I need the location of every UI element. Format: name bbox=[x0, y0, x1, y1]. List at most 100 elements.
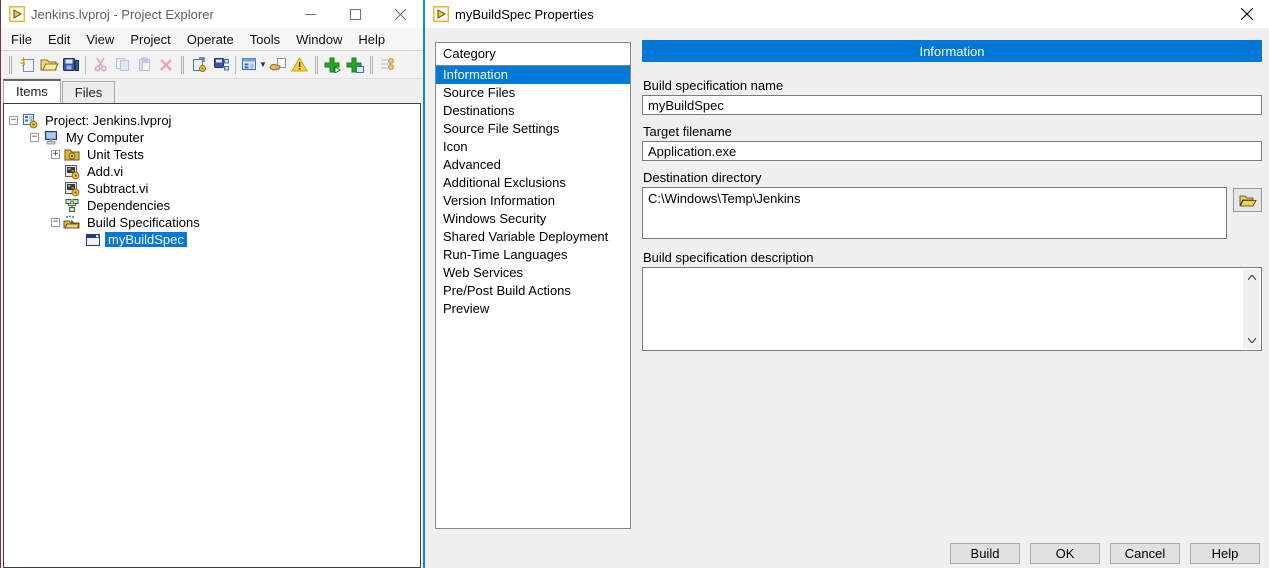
tree-expander-icon[interactable]: − bbox=[30, 133, 39, 142]
toolbar-grip bbox=[370, 56, 373, 74]
menu-edit[interactable]: Edit bbox=[40, 29, 78, 50]
copy-icon bbox=[111, 54, 133, 76]
target-filename-input[interactable] bbox=[642, 141, 1262, 161]
tree-item-label[interactable]: Build Specifications bbox=[84, 215, 203, 230]
category-item-web-services[interactable]: Web Services bbox=[436, 264, 630, 282]
target-filename-label: Target filename bbox=[643, 124, 732, 139]
toolbar-grip bbox=[9, 56, 12, 74]
menu-operate[interactable]: Operate bbox=[179, 29, 242, 50]
category-listbox: Category Information Source Files Destin… bbox=[435, 42, 631, 529]
description-scrollbar[interactable] bbox=[1243, 269, 1260, 349]
tree-row[interactable]: Subtract.vi bbox=[4, 180, 420, 197]
toolbar-grip bbox=[181, 56, 184, 74]
browse-button[interactable] bbox=[1233, 188, 1262, 212]
category-item-icon[interactable]: Icon bbox=[436, 138, 630, 156]
category-item-additional-exclusions[interactable]: Additional Exclusions bbox=[436, 174, 630, 192]
explorer-titlebar[interactable]: Jenkins.lvproj - Project Explorer bbox=[1, 0, 423, 28]
tree-expander-icon[interactable]: + bbox=[51, 150, 60, 159]
category-item-run-time-languages[interactable]: Run-Time Languages bbox=[436, 246, 630, 264]
category-item-advanced[interactable]: Advanced bbox=[436, 156, 630, 174]
window-view-icon[interactable] bbox=[239, 54, 261, 76]
tab-items[interactable]: Items bbox=[3, 79, 61, 103]
project-icon bbox=[21, 113, 38, 129]
maximize-button[interactable] bbox=[333, 0, 378, 28]
buildspec-properties-dialog: myBuildSpec Properties Category Informat… bbox=[423, 0, 1269, 568]
screen: Jenkins.lvproj - Project Explorer File E… bbox=[0, 0, 1269, 568]
resolve-conflicts-icon[interactable] bbox=[267, 54, 289, 76]
toolbar-separator bbox=[85, 56, 86, 74]
tree-item-label[interactable]: Project: Jenkins.lvproj bbox=[42, 113, 174, 128]
category-item-pre-post-build-actions[interactable]: Pre/Post Build Actions bbox=[436, 282, 630, 300]
dialog-close-button[interactable] bbox=[1224, 0, 1269, 28]
add-target-icon[interactable] bbox=[344, 54, 366, 76]
vi-icon bbox=[63, 164, 80, 180]
labview-app-icon bbox=[9, 6, 25, 22]
tree-row[interactable]: Dependencies bbox=[4, 197, 420, 214]
list-options-icon[interactable] bbox=[377, 54, 399, 76]
menu-file[interactable]: File bbox=[3, 29, 40, 50]
category-item-source-file-settings[interactable]: Source File Settings bbox=[436, 120, 630, 138]
tree-row[interactable]: Add.vi bbox=[4, 163, 420, 180]
toolbar: ▼ bbox=[1, 51, 423, 79]
cut-icon bbox=[89, 54, 111, 76]
tree-row[interactable]: myBuildSpec bbox=[4, 231, 420, 248]
tree-expander-icon[interactable]: − bbox=[9, 116, 18, 125]
category-item-source-files[interactable]: Source Files bbox=[436, 84, 630, 102]
tree-item-label[interactable]: My Computer bbox=[63, 130, 147, 145]
dependencies-icon bbox=[63, 198, 80, 214]
close-button[interactable] bbox=[378, 0, 423, 28]
minimize-button[interactable] bbox=[288, 0, 333, 28]
build-spec-name-label: Build specification name bbox=[643, 78, 783, 93]
build-spec-name-input[interactable] bbox=[642, 95, 1262, 115]
build-button[interactable]: Build bbox=[950, 543, 1020, 564]
menu-view[interactable]: View bbox=[78, 29, 122, 50]
scroll-down-icon[interactable] bbox=[1243, 332, 1260, 349]
warning-icon[interactable] bbox=[289, 54, 311, 76]
category-item-windows-security[interactable]: Windows Security bbox=[436, 210, 630, 228]
tree-row[interactable]: − Project: Jenkins.lvproj bbox=[4, 112, 420, 129]
new-vi-icon[interactable] bbox=[16, 54, 38, 76]
menu-tools[interactable]: Tools bbox=[242, 29, 288, 50]
unit-tests-folder-icon bbox=[63, 147, 80, 163]
category-item-information[interactable]: Information bbox=[436, 66, 630, 84]
save-hierarchy-icon[interactable] bbox=[210, 54, 232, 76]
dialog-titlebar[interactable]: myBuildSpec Properties bbox=[425, 0, 1269, 28]
paste-icon bbox=[133, 54, 155, 76]
menu-help[interactable]: Help bbox=[350, 29, 393, 50]
tree-item-label[interactable]: Unit Tests bbox=[84, 147, 147, 162]
build-spec-description-input[interactable] bbox=[642, 267, 1262, 351]
scroll-up-icon[interactable] bbox=[1243, 269, 1260, 286]
category-item-preview[interactable]: Preview bbox=[436, 300, 630, 318]
delete-icon bbox=[155, 54, 177, 76]
tab-files[interactable]: Files bbox=[62, 81, 115, 103]
help-button[interactable]: Help bbox=[1190, 543, 1260, 564]
folder-browse-icon bbox=[1239, 194, 1257, 207]
menu-project[interactable]: Project bbox=[122, 29, 178, 50]
menu-window[interactable]: Window bbox=[288, 29, 350, 50]
tree-row[interactable]: − Build Specifications bbox=[4, 214, 420, 231]
tree-expander-icon[interactable]: − bbox=[51, 218, 60, 227]
category-item-destinations[interactable]: Destinations bbox=[436, 102, 630, 120]
build-specifications-icon bbox=[63, 215, 80, 231]
destination-directory-label: Destination directory bbox=[643, 170, 762, 185]
ok-button[interactable]: OK bbox=[1030, 543, 1100, 564]
cancel-button[interactable]: Cancel bbox=[1110, 543, 1180, 564]
category-header: Category bbox=[436, 43, 630, 66]
tree-row[interactable]: − My Computer bbox=[4, 129, 420, 146]
open-project-icon[interactable] bbox=[38, 54, 60, 76]
tree-row[interactable]: + Unit Tests bbox=[4, 146, 420, 163]
section-header: Information bbox=[642, 40, 1262, 62]
category-item-shared-variable-deployment[interactable]: Shared Variable Deployment bbox=[436, 228, 630, 246]
tree-item-label[interactable]: Add.vi bbox=[84, 164, 126, 179]
save-all-icon[interactable] bbox=[60, 54, 82, 76]
application-icon bbox=[84, 232, 101, 248]
dropdown-caret-icon[interactable]: ▼ bbox=[259, 60, 267, 69]
tree-item-label-selected[interactable]: myBuildSpec bbox=[105, 232, 187, 247]
tree-item-label[interactable]: Subtract.vi bbox=[84, 181, 151, 196]
destination-directory-input[interactable]: C:\Windows\Temp\Jenkins bbox=[642, 187, 1227, 239]
category-item-version-information[interactable]: Version Information bbox=[436, 192, 630, 210]
export-build-icon[interactable] bbox=[188, 54, 210, 76]
tree-item-label[interactable]: Dependencies bbox=[84, 198, 173, 213]
build-spec-description-label: Build specification description bbox=[643, 250, 814, 265]
add-item-icon[interactable] bbox=[322, 54, 344, 76]
